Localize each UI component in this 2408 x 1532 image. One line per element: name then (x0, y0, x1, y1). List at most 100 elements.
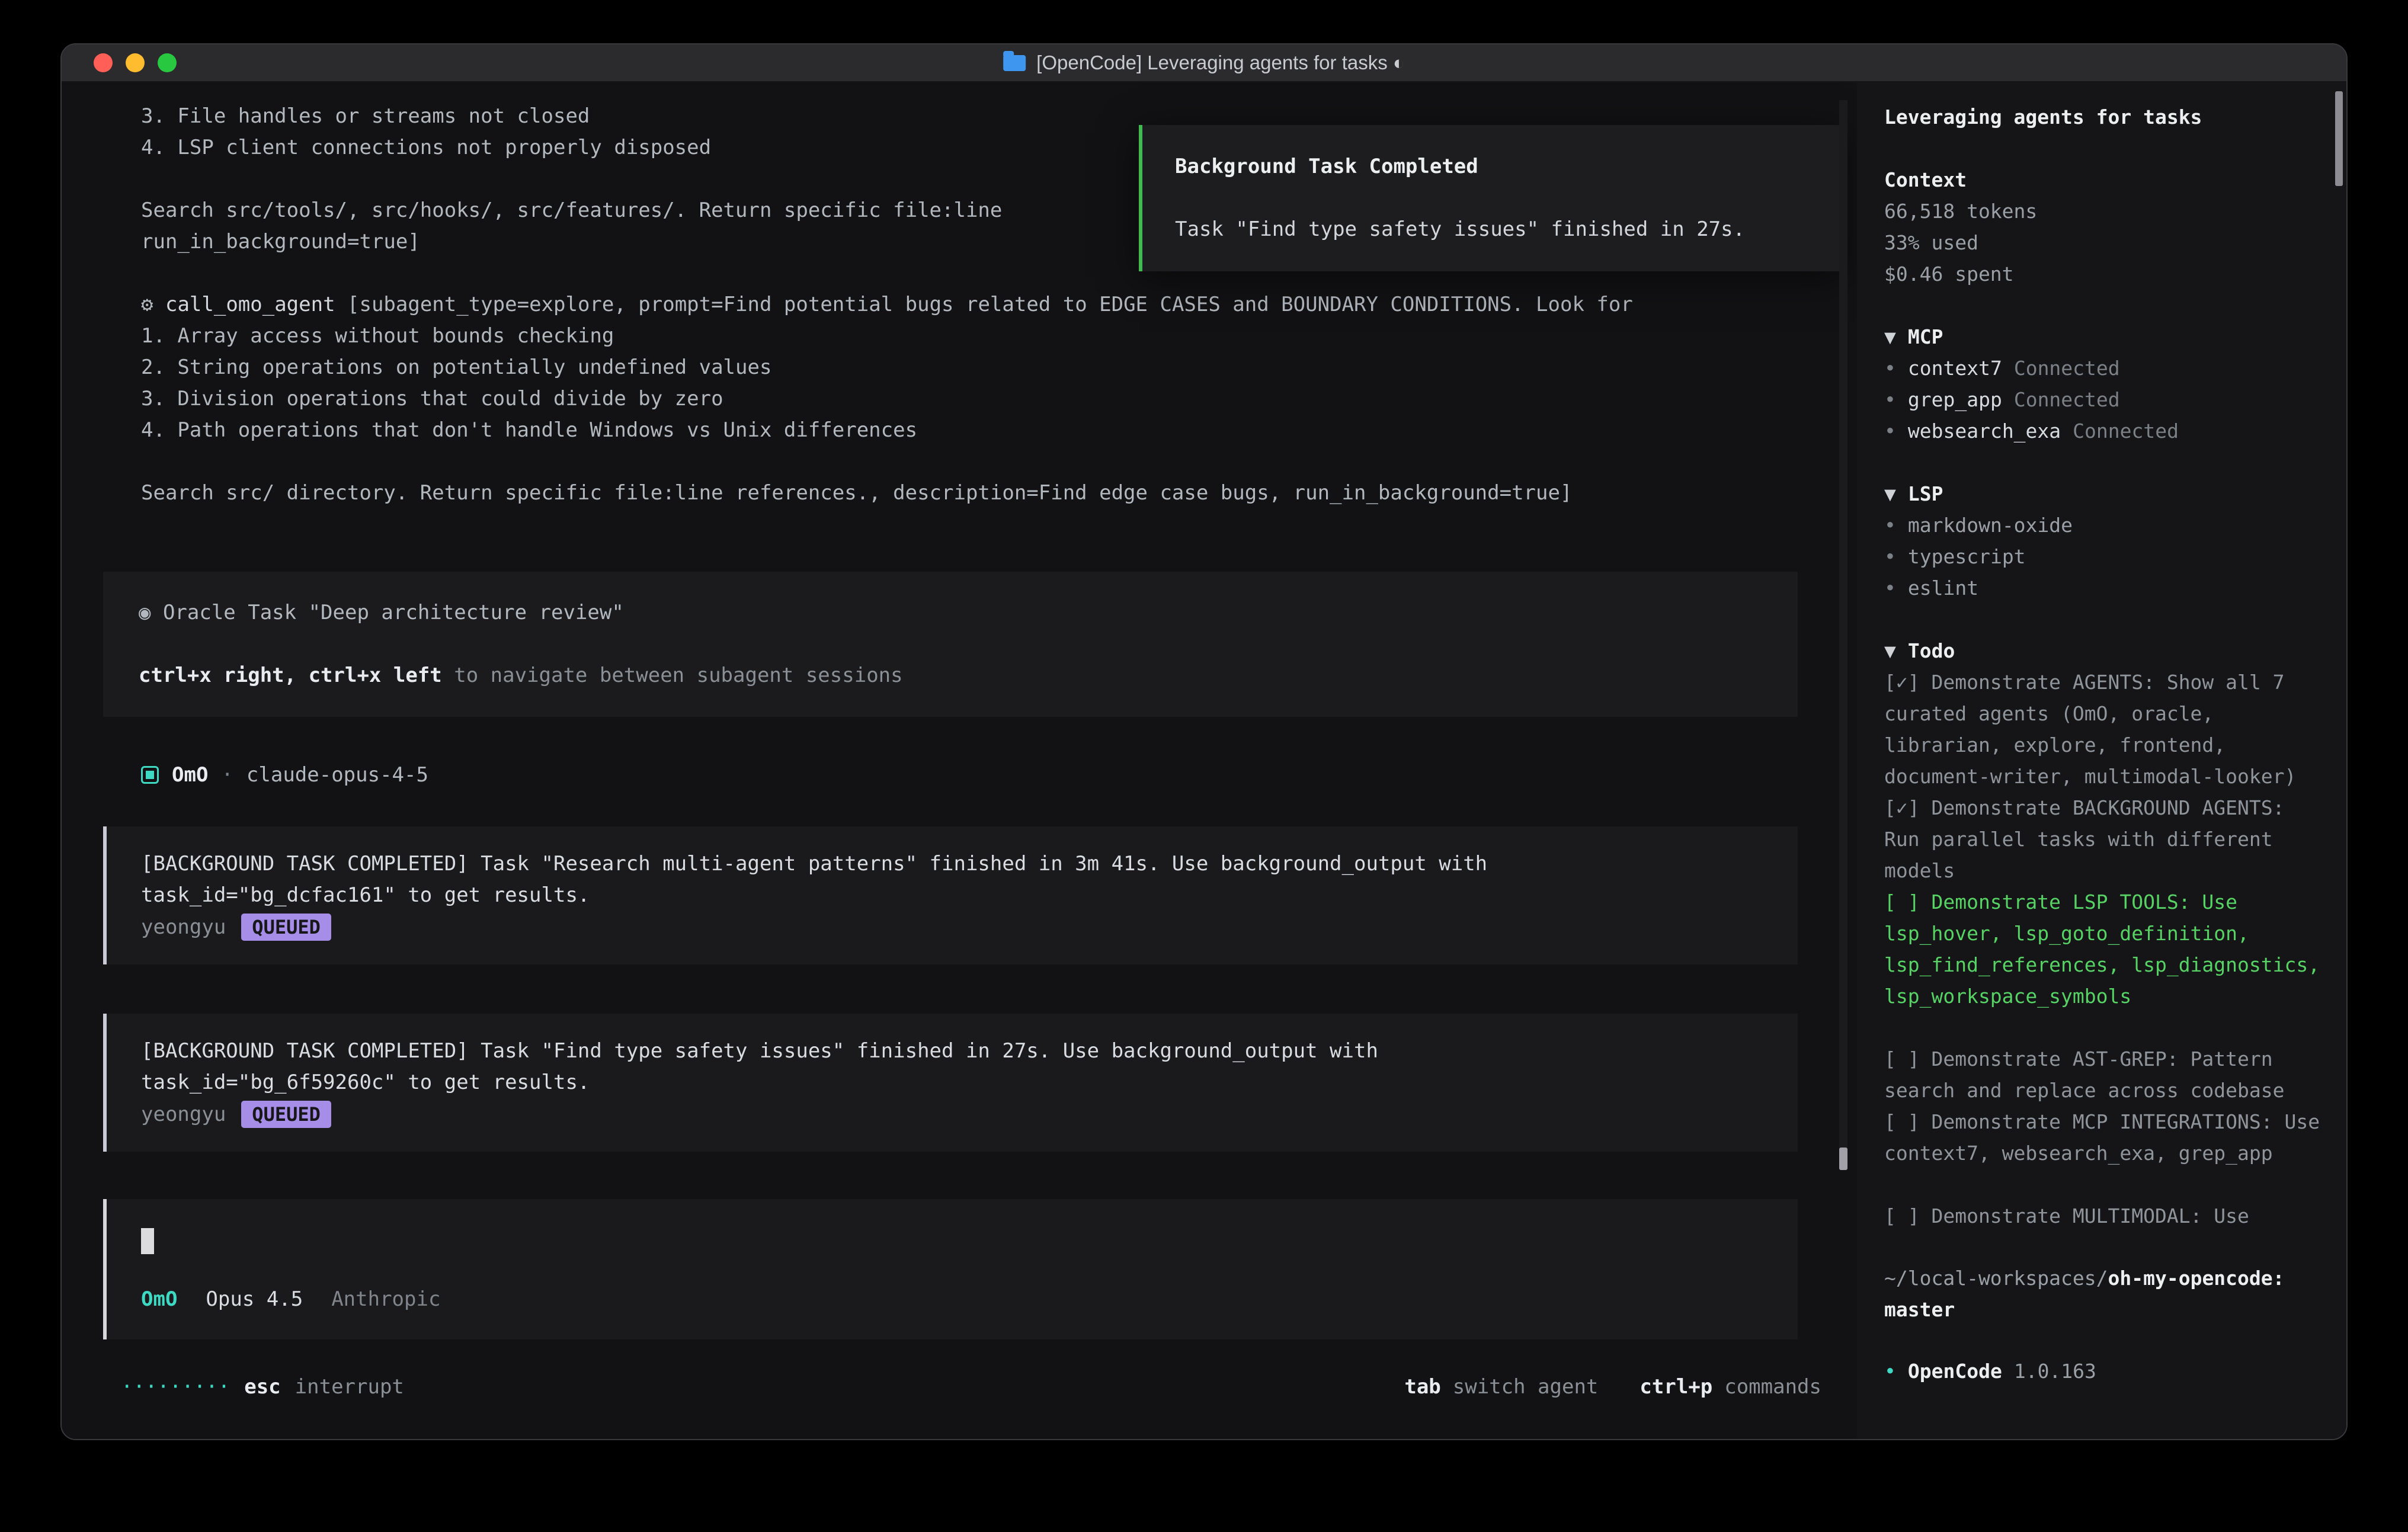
prompt-input[interactable]: OmO Opus 4.5 Anthropic (103, 1199, 1798, 1339)
hint-keys: ctrl+x right, ctrl+x left (139, 664, 442, 687)
todo-heading-label: Todo (1908, 635, 1955, 666)
minimize-window-button[interactable] (126, 53, 145, 72)
workspace-dir: ~/local-workspaces/ (1884, 1267, 2108, 1290)
mcp-section-heading[interactable]: ▼ MCP (1884, 321, 2326, 352)
bullet-icon: • (1884, 541, 1896, 572)
opencode-window: [OpenCode] Leveraging agents for tasks ◐… (60, 43, 2348, 1440)
scrollbar-thumb[interactable] (1839, 1148, 1847, 1170)
mcp-name: websearch_exa (1908, 415, 2061, 447)
blank-line (139, 629, 1798, 660)
sidebar-scrollbar-thumb[interactable] (2335, 91, 2343, 186)
titlebar: [OpenCode] Leveraging agents for tasks ◐ (62, 44, 2346, 82)
message-line: [BACKGROUND TASK COMPLETED] Task "Resear… (141, 848, 1774, 880)
close-window-button[interactable] (94, 53, 113, 72)
tool-tail-line: Search src/ directory. Return specific f… (62, 477, 1857, 509)
todo-item: [✓] Demonstrate AGENTS: Show all 7 curat… (1884, 666, 2326, 792)
mcp-heading-label: MCP (1908, 321, 1943, 352)
app-version-footer: • OpenCode 1.0.163 (1884, 1355, 2096, 1387)
bullet-icon: • (1884, 509, 1896, 541)
message-meta: yeongyu QUEUED (141, 911, 1774, 943)
mcp-name: context7 (1908, 352, 2002, 384)
mcp-item: • grep_app Connected (1884, 384, 2326, 415)
window-title: [OpenCode] Leveraging agents for tasks ◐ (1003, 44, 1405, 81)
status-left: ········· esc interrupt (121, 1375, 404, 1399)
status-bar: ········· esc interrupt tab switch agent… (62, 1350, 1857, 1439)
input-provider-name: Anthropic (331, 1287, 440, 1311)
model-row: OmO Opus 4.5 Anthropic (141, 1283, 1763, 1315)
main-area: 3. File handles or streams not closed 4.… (62, 82, 2346, 1439)
esc-key-hint: esc (244, 1375, 280, 1399)
bullet-icon: • (1884, 572, 1896, 604)
esc-key-label: interrupt (295, 1375, 404, 1399)
blank-line (1884, 447, 2326, 478)
terminal-pane: 3. File handles or streams not closed 4.… (62, 82, 1857, 1439)
spinner-dots: ········· (121, 1375, 230, 1399)
blank-line (1884, 133, 2326, 164)
context-spent: $0.46 spent (1884, 258, 2326, 290)
scrollbar-track[interactable] (1839, 100, 1847, 1169)
lsp-name: eslint (1908, 572, 1978, 604)
lsp-section-heading[interactable]: ▼ LSP (1884, 478, 2326, 509)
oracle-title-line: ◉ Oracle Task "Deep architecture review" (139, 597, 1798, 629)
message-line: task_id="bg_dcfac161" to get results. (141, 880, 1774, 911)
chevron-down-icon: ▼ (1884, 635, 1896, 666)
todo-item: [✓] Demonstrate BACKGROUND AGENTS: Run p… (1884, 792, 2326, 886)
oracle-hint-line: ctrl+x right, ctrl+x left to navigate be… (139, 660, 1798, 691)
todo-item: [ ] Demonstrate MCP INTEGRATIONS: Use co… (1884, 1106, 2326, 1169)
background-task-toast: Background Task Completed Task "Find typ… (1139, 125, 1843, 271)
input-model-name: Opus 4.5 (206, 1287, 303, 1311)
agent-header: OmO · claude-opus-4-5 (141, 759, 1798, 790)
mcp-status: Connected (2073, 415, 2179, 447)
workspace-path: ~/local-workspaces/oh-my-opencode: maste… (1884, 1262, 2326, 1325)
lsp-item: • typescript (1884, 541, 2326, 572)
message-author: yeongyu (141, 1102, 226, 1126)
oracle-title: Oracle Task "Deep architecture review" (150, 601, 623, 624)
todo-section-heading[interactable]: ▼ Todo (1884, 635, 2326, 666)
input-line (141, 1225, 1763, 1257)
lsp-heading-label: LSP (1908, 478, 1943, 509)
conversation-area: 3. File handles or streams not closed 4.… (62, 82, 1857, 1199)
input-agent-name: OmO (141, 1287, 177, 1311)
zoom-window-button[interactable] (158, 53, 177, 72)
agent-model: claude-opus-4-5 (246, 763, 428, 787)
message-line: task_id="bg_6f59260c" to get results. (141, 1067, 1774, 1098)
tab-key-hint: tab (1404, 1375, 1440, 1399)
blank-line (1884, 290, 2326, 321)
context-tokens: 66,518 tokens (1884, 195, 2326, 227)
message-line: [BACKGROUND TASK COMPLETED] Task "Find t… (141, 1036, 1774, 1067)
status-right: tab switch agent ctrl+p commands (1404, 1375, 1821, 1399)
toast-body: Task "Find type safety issues" finished … (1175, 214, 1821, 245)
tool-name: call_omo_agent (165, 293, 335, 316)
message-meta: yeongyu QUEUED (141, 1098, 1774, 1130)
tool-item: 3. Division operations that could divide… (62, 383, 1857, 415)
status-badge: QUEUED (241, 1101, 331, 1128)
mcp-status: Connected (2014, 352, 2120, 384)
chevron-down-icon: ▼ (1884, 321, 1896, 352)
mcp-status: Connected (2014, 384, 2120, 415)
bullet-icon: • (1884, 384, 1896, 415)
bullet-icon: • (1884, 1355, 1896, 1387)
commands-key-hint: ctrl+p (1640, 1375, 1712, 1399)
record-icon: ◉ (139, 601, 150, 624)
message-author: yeongyu (141, 915, 226, 939)
tool-item: 1. Array access without bounds checking (62, 320, 1857, 352)
separator-dot: · (221, 763, 233, 787)
tool-item: 4. Path operations that don't handle Win… (62, 415, 1857, 446)
bullet-icon: • (1884, 352, 1896, 384)
blank-line (62, 446, 1857, 477)
tool-separator (153, 293, 165, 316)
lsp-item: • markdown-oxide (1884, 509, 2326, 541)
tab-hint: tab switch agent (1404, 1375, 1598, 1399)
traffic-lights (62, 53, 177, 72)
hint-rest: to navigate between subagent sessions (442, 664, 903, 687)
chevron-down-icon: ▼ (1884, 478, 1896, 509)
lsp-item: • eslint (1884, 572, 2326, 604)
toast-title: Background Task Completed (1175, 151, 1821, 182)
context-used: 33% used (1884, 227, 2326, 258)
blank-line (1175, 182, 1821, 214)
todo-item: [ ] Demonstrate MULTIMODAL: Use (1884, 1200, 2326, 1232)
message-block: [BACKGROUND TASK COMPLETED] Task "Find t… (103, 1014, 1798, 1152)
gear-icon: ⚙ (141, 293, 153, 316)
context-heading: Context (1884, 164, 2326, 195)
lsp-name: markdown-oxide (1908, 509, 2073, 541)
